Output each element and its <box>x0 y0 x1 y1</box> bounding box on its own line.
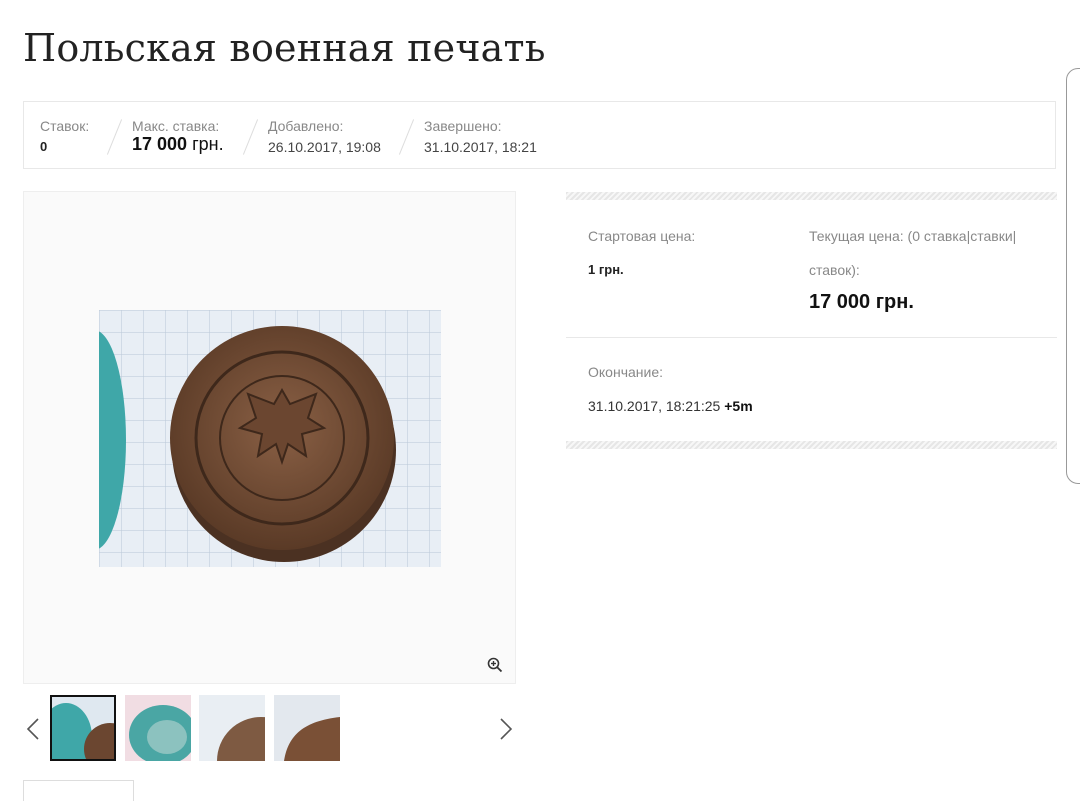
thumbnail-strip <box>23 694 516 764</box>
bids-label: Ставок: <box>40 118 90 134</box>
ending-label: Окончание: <box>588 364 663 380</box>
max-bid-currency: грн. <box>192 134 224 154</box>
page-title: Польская военная печать <box>23 26 546 70</box>
side-panel[interactable] <box>1066 68 1080 484</box>
added-date: Добавлено: 26.10.2017, 19:08 <box>268 118 381 155</box>
thumbnail-1[interactable] <box>50 695 116 761</box>
divider <box>106 119 123 155</box>
current-price-value: 17 000 грн. <box>809 291 914 313</box>
divider <box>566 441 1057 449</box>
start-price-value: 1 грн. <box>588 262 624 277</box>
bids-count: Ставок: 0 <box>40 118 89 155</box>
ending-extension: +5m <box>724 398 753 414</box>
start-price-label: Стартовая цена: <box>588 228 696 244</box>
current-price-label-line2: ставок): <box>809 262 860 278</box>
max-bid: Макс. ставка: 17 000 грн. <box>132 118 224 154</box>
auction-stats-bar: Ставок: 0 Макс. ставка: 17 000 грн. Доба… <box>23 101 1056 169</box>
thumbnail-2[interactable] <box>125 695 191 761</box>
max-bid-label: Макс. ставка: <box>132 118 220 134</box>
chevron-right-icon[interactable] <box>496 716 516 742</box>
ending-datetime: 31.10.2017, 18:21:25 <box>588 398 721 414</box>
max-bid-amount: 17 000 <box>132 134 188 154</box>
main-image-viewer[interactable] <box>23 191 516 684</box>
current-price-label-line1: Текущая цена: (0 ставка|ставки| <box>809 228 1017 244</box>
ended-date: Завершено: 31.10.2017, 18:21 <box>424 118 537 155</box>
ended-label: Завершено: <box>424 118 502 134</box>
divider <box>398 119 415 155</box>
added-value: 26.10.2017, 19:08 <box>268 139 381 155</box>
main-photo[interactable] <box>99 310 441 567</box>
max-bid-value: 17 000 грн. <box>132 134 224 154</box>
thumbnail-4[interactable] <box>274 695 340 761</box>
added-label: Добавлено: <box>268 118 344 134</box>
tab-stub[interactable] <box>23 780 134 801</box>
divider <box>566 337 1057 338</box>
chevron-left-icon[interactable] <box>23 716 43 742</box>
thumbnail-3[interactable] <box>199 695 265 761</box>
zoom-in-icon[interactable] <box>484 654 506 676</box>
divider <box>242 119 259 155</box>
ending-value: 31.10.2017, 18:21:25 +5m <box>588 398 753 414</box>
divider <box>566 192 1057 200</box>
ended-value: 31.10.2017, 18:21 <box>424 139 537 155</box>
bids-value: 0 <box>40 139 48 154</box>
